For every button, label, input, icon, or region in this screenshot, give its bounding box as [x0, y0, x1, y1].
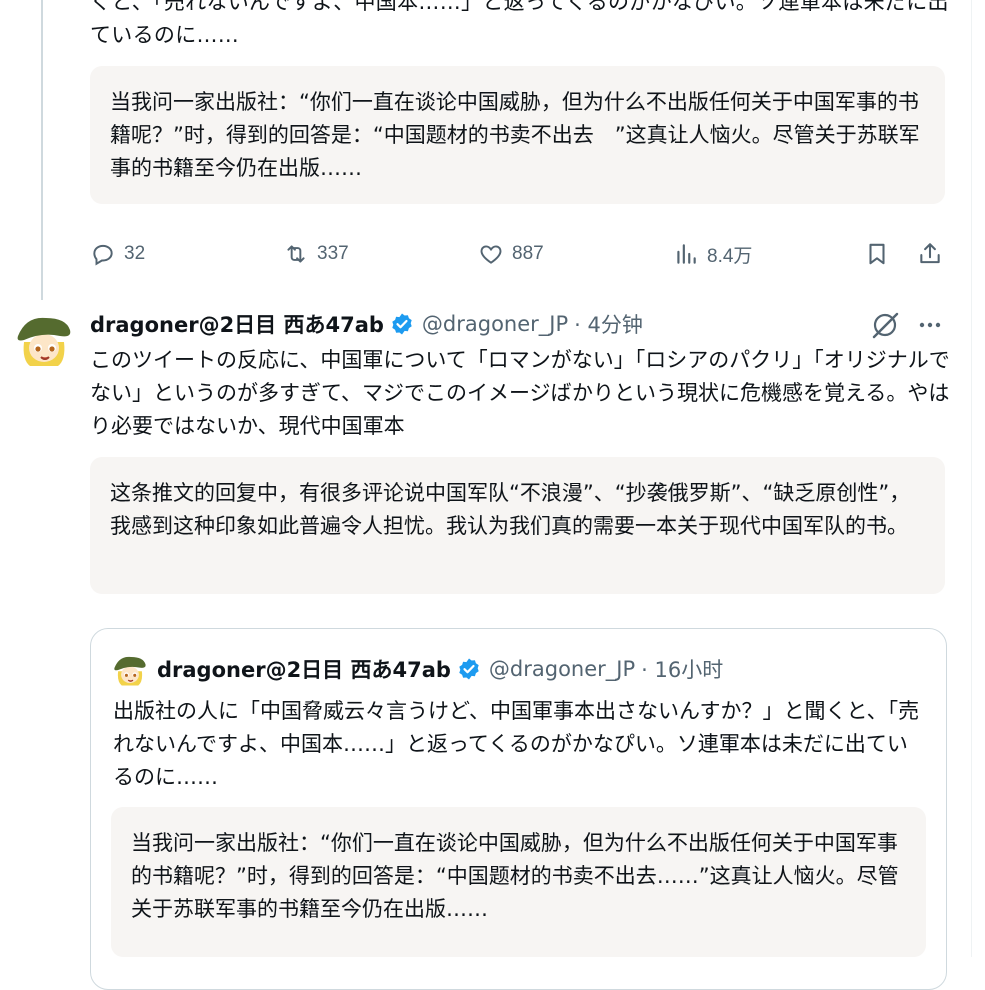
- analytics-icon: [677, 244, 696, 264]
- reply-icon: [93, 244, 113, 266]
- views-button[interactable]: 8.4万: [673, 232, 752, 276]
- verified-badge-icon: [459, 658, 479, 680]
- retweet-button[interactable]: 337: [283, 232, 349, 276]
- heart-icon: [480, 245, 502, 264]
- quote-avatar: [111, 651, 149, 689]
- retweet-icon: [287, 245, 305, 263]
- share-icon: [920, 243, 940, 264]
- view-count: 8.4万: [707, 245, 753, 267]
- reply-count: 32: [124, 243, 146, 264]
- quoted-tweet[interactable]: dragoner@2日目 西あ47ab @dragoner_JP · 16小时 …: [90, 628, 947, 990]
- tweet-time[interactable]: · 4分钟: [574, 309, 643, 339]
- tweet-text: このツイートの反応に、中国軍について「ロマンがない」「ロシアのパクリ」「オリジナ…: [90, 348, 950, 438]
- thread-connector-line: [41, 0, 43, 300]
- share-button[interactable]: [917, 232, 951, 276]
- translation-text: 当我问一家出版社：“你们一直在谈论中国威胁，但为什么不出版任何关于中国军事的书籍…: [110, 90, 920, 180]
- bookmark-button[interactable]: [864, 232, 898, 276]
- translation-text: 这条推文的回复中，有很多评论说中国军队“不浪漫”、“抄袭俄罗斯”、“缺乏原创性”…: [110, 481, 911, 538]
- tweet-header: dragoner@2日目 西あ47ab @dragoner_JP · 4分钟: [90, 306, 643, 342]
- quote-author-handle: @dragoner_JP: [488, 657, 636, 681]
- tweet-text: くと、「売れないんですよ、中国本……」と返ってくるのがかなぴい。ソ連軍本は未だに…: [90, 0, 949, 47]
- quote-text: 出版社の人に「中国脅威云々言うけど、中国軍事本出さないんすか？」と聞くと、「売れ…: [113, 699, 920, 789]
- more-options-icon[interactable]: [914, 310, 946, 340]
- quote-time: · 16小时: [641, 658, 724, 682]
- avatar[interactable]: [12, 308, 76, 372]
- quote-header: dragoner@2日目 西あ47ab @dragoner_JP · 16小时: [157, 651, 723, 687]
- translation-box: 当我问一家出版社：“你们一直在谈论中国威胁，但为什么不出版任何关于中国军事的书籍…: [90, 66, 945, 204]
- reply-button[interactable]: 32: [90, 232, 145, 276]
- retweet-count: 337: [317, 243, 349, 264]
- quote-author-name: dragoner@2日目 西あ47ab: [157, 658, 451, 682]
- translation-box: 当我问一家出版社：“你们一直在谈论中国威胁，但为什么不出版任何关于中国军事的书籍…: [111, 807, 926, 957]
- translation-text: 当我问一家出版社：“你们一直在谈论中国威胁，但为什么不出版任何关于中国军事的书籍…: [131, 831, 899, 921]
- grok-icon[interactable]: [870, 310, 902, 340]
- translation-box: 这条推文的回复中，有很多评论说中国军队“不浪漫”、“抄袭俄罗斯”、“缺乏原创性”…: [90, 457, 945, 594]
- like-count: 887: [512, 243, 544, 264]
- bookmark-icon: [869, 243, 885, 265]
- author-name[interactable]: dragoner@2日目 西あ47ab: [90, 309, 384, 339]
- author-handle[interactable]: @dragoner_JP: [422, 312, 568, 336]
- like-button[interactable]: 887: [478, 232, 544, 276]
- tweet-actions: 32 337 887 8.4万: [90, 232, 950, 276]
- timeline-border: [971, 0, 972, 957]
- verified-badge-icon: [392, 313, 412, 335]
